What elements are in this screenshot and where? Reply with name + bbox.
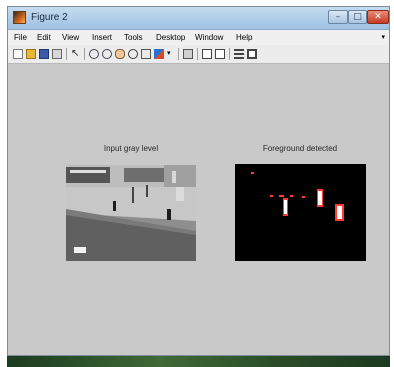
menu-view[interactable]: View: [62, 33, 79, 42]
data-cursor-icon[interactable]: [141, 49, 151, 59]
title-bar[interactable]: Figure 2 – □ ✕: [8, 7, 389, 30]
matlab-icon: [13, 11, 26, 24]
toolbar-separator: [178, 48, 179, 60]
toolbar-separator: [229, 48, 230, 60]
brush-icon[interactable]: [154, 49, 164, 59]
link-plot-icon[interactable]: [183, 49, 193, 59]
new-figure-icon[interactable]: [13, 49, 23, 59]
menu-desktop[interactable]: Desktop: [156, 33, 185, 42]
toolbar-separator: [197, 48, 198, 60]
menu-bar: File Edit View Insert Tools Desktop Wind…: [8, 30, 389, 45]
save-icon[interactable]: [39, 49, 49, 59]
edit-plot-arrow-icon[interactable]: ↖: [71, 49, 81, 59]
figure-toolbar: ↖ ▾: [8, 45, 389, 64]
figure-window: Figure 2 – □ ✕ File Edit View Insert Too…: [7, 6, 390, 356]
menu-tools[interactable]: Tools: [124, 33, 143, 42]
insert-legend-icon[interactable]: [215, 49, 225, 59]
pan-icon[interactable]: [115, 49, 125, 59]
panel-title-input: Input gray level: [103, 144, 159, 153]
hide-plot-tools-icon[interactable]: [234, 49, 244, 59]
foreground-mask-svg: [235, 164, 366, 261]
menu-overflow-icon[interactable]: ▾: [381, 33, 385, 41]
minimize-button[interactable]: –: [328, 10, 348, 24]
menu-file[interactable]: File: [14, 33, 27, 42]
menu-insert[interactable]: Insert: [92, 33, 112, 42]
open-file-icon[interactable]: [26, 49, 36, 59]
zoom-in-icon[interactable]: [89, 49, 99, 59]
insert-colorbar-icon[interactable]: [202, 49, 212, 59]
toolbar-separator: [84, 48, 85, 60]
show-plot-tools-icon[interactable]: [247, 49, 257, 59]
input-gray-image: [66, 165, 196, 261]
menu-window[interactable]: Window: [195, 33, 223, 42]
toolbar-separator: [66, 48, 67, 60]
rotate-3d-icon[interactable]: [128, 49, 138, 59]
street-scene-image: [66, 165, 196, 261]
foreground-mask-image: [235, 164, 366, 261]
maximize-button[interactable]: □: [348, 10, 367, 24]
menu-help[interactable]: Help: [236, 33, 252, 42]
panel-title-foreground: Foreground detected: [262, 144, 338, 153]
print-icon[interactable]: [52, 49, 62, 59]
zoom-out-icon[interactable]: [102, 49, 112, 59]
brush-dropdown-icon[interactable]: ▾: [167, 49, 174, 59]
menu-edit[interactable]: Edit: [37, 33, 51, 42]
window-title: Figure 2: [31, 12, 68, 23]
desktop-background-strip: [7, 356, 390, 367]
close-button[interactable]: ✕: [367, 10, 389, 24]
